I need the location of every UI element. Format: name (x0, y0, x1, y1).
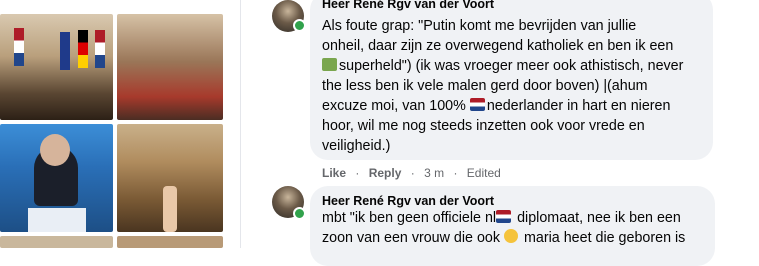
flag-decoration (95, 30, 105, 68)
comment-line: onheil, daar zijn ze overwegend katholie… (322, 38, 674, 54)
edited-label[interactable]: Edited (467, 166, 501, 180)
reply-button[interactable]: Reply (369, 166, 402, 180)
comment-timestamp[interactable]: 3 m (424, 166, 444, 180)
comment-line: veiligheid.) (322, 138, 391, 154)
photo-press-conference[interactable] (0, 14, 113, 120)
flag-decoration (78, 30, 88, 68)
netherlands-flag-icon (496, 210, 512, 223)
comment-line: Als foute grap: "Putin komt me bevrijden… (322, 18, 637, 34)
comment-author[interactable]: Heer René Rgv van der Voort (322, 194, 494, 208)
comment-line: superheld") (ik was vroeger meer ook ath… (322, 56, 683, 76)
photo-partial[interactable] (0, 236, 113, 248)
flag-decoration (60, 32, 70, 70)
comment-line: excuze moi, van 100% nederlander in hart… (322, 98, 671, 114)
comment-author[interactable]: Heer René Rgv van der Voort (322, 0, 494, 11)
photo-ornate-room[interactable] (117, 124, 223, 232)
comment-line: the less ben ik vele malen gerd door bov… (322, 78, 648, 94)
comment-line: mbt "ik ben geen officiele nl diplomaat,… (322, 210, 681, 226)
photo-partial[interactable] (117, 236, 223, 248)
netherlands-flag-icon (469, 98, 485, 111)
online-status-icon (293, 19, 306, 32)
comment-actions: Like · Reply · 3 m · Edited (322, 166, 501, 180)
speaker-head (40, 134, 70, 166)
flag-decoration (14, 28, 24, 66)
figure-in-room (163, 186, 177, 232)
smiling-face-icon (504, 229, 519, 243)
podium (28, 208, 86, 232)
like-button[interactable]: Like (322, 166, 346, 180)
comment-line: zoon van een vrouw die ook maria heet di… (322, 229, 686, 246)
online-status-icon (293, 207, 306, 220)
comment-line: hoor, wil me nog steeds inzetten ook voo… (322, 118, 645, 134)
photo-state-hall[interactable] (117, 14, 223, 120)
photo-podium-speaker[interactable] (0, 124, 113, 232)
superhero-icon (322, 58, 337, 71)
divider (240, 0, 241, 248)
